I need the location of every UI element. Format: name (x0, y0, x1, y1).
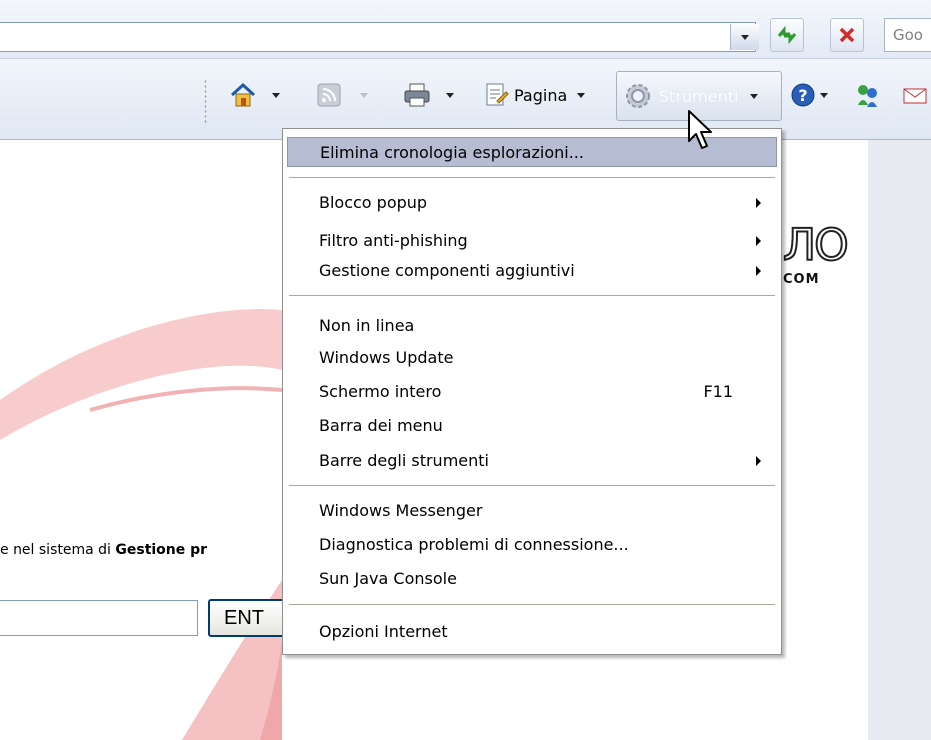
help-button[interactable]: ? (790, 77, 828, 113)
page-icon (486, 83, 509, 106)
submenu-arrow-icon (756, 456, 761, 466)
logo-text: ЛО (782, 220, 850, 271)
menu-item-label: Blocco popup (319, 193, 428, 212)
chevron-down-icon (741, 34, 749, 40)
stop-button[interactable] (830, 18, 864, 52)
chevron-down-icon[interactable] (360, 92, 368, 98)
chevron-down-icon (820, 92, 828, 98)
rss-feed-icon (317, 83, 341, 107)
login-input[interactable] (0, 600, 198, 636)
menu-item-manage-add-ons[interactable]: Gestione componenti aggiuntivi (287, 256, 777, 286)
submenu-arrow-icon (756, 236, 761, 246)
menu-item-work-offline[interactable]: Non in linea (287, 311, 777, 341)
menu-item-label: Gestione componenti aggiuntivi (319, 261, 575, 280)
menu-item-label: Sun Java Console (319, 569, 457, 588)
tools-menu-label: Strumenti (659, 86, 739, 106)
chevron-down-icon[interactable] (272, 92, 280, 98)
feeds-button[interactable] (316, 77, 368, 113)
menu-item-windows-update[interactable]: Windows Update (287, 343, 777, 373)
menu-separator (289, 177, 775, 178)
gear-icon (626, 84, 650, 108)
menu-item-diagnose-connection[interactable]: Diagnostica problemi di connessione... (287, 530, 777, 560)
tools-dropdown-menu: Elimina cronologia esplorazioni... Blocc… (282, 128, 782, 655)
menu-separator (289, 604, 775, 605)
menu-separator (289, 485, 775, 486)
chevron-down-icon[interactable] (446, 92, 454, 98)
menu-item-label: Non in linea (319, 316, 415, 335)
menu-item-label: Windows Update (319, 348, 454, 367)
toolbar-grip[interactable] (204, 79, 207, 123)
page-side-margin (868, 140, 931, 740)
site-logo: ЛО COM (782, 220, 850, 288)
page-menu-button[interactable]: Pagina (482, 77, 586, 113)
mail-button[interactable] (902, 77, 928, 113)
intro-text-bold: Gestione pr (115, 542, 208, 558)
menu-item-windows-messenger[interactable]: Windows Messenger (287, 496, 777, 526)
address-bar-row: Goo (0, 0, 931, 59)
menu-item-label: Elimina cronologia esplorazioni... (320, 143, 584, 162)
home-icon (230, 82, 256, 107)
menu-item-label: Opzioni Internet (319, 622, 448, 641)
chevron-down-icon (750, 93, 759, 99)
menu-item-label: Filtro anti-phishing (319, 231, 468, 250)
refresh-icon (777, 26, 797, 44)
address-field[interactable] (0, 22, 756, 52)
menu-item-toolbars[interactable]: Barre degli strumenti (287, 446, 777, 476)
submenu-arrow-icon (756, 198, 761, 208)
printer-icon (404, 83, 430, 107)
print-button[interactable] (402, 77, 454, 113)
menu-item-sun-java-console[interactable]: Sun Java Console (287, 564, 777, 594)
menu-separator (289, 295, 775, 296)
menu-item-label: Diagnostica problemi di connessione... (319, 535, 629, 554)
home-button[interactable] (228, 77, 280, 113)
menu-item-label: Schermo intero (319, 382, 442, 401)
menu-item-internet-options[interactable]: Opzioni Internet (287, 617, 777, 647)
menu-item-label: Windows Messenger (319, 501, 483, 520)
address-history-dropdown[interactable] (730, 24, 759, 50)
chevron-down-icon (577, 92, 586, 98)
search-input[interactable]: Goo (884, 18, 931, 52)
mouse-cursor-icon (688, 110, 712, 149)
logo-com-text: COM (783, 272, 820, 287)
mail-icon (903, 88, 927, 104)
svg-text:?: ? (798, 86, 807, 105)
intro-text-prefix: e nel sistema di (0, 542, 116, 558)
close-icon (839, 27, 855, 43)
menu-item-popup-blocker[interactable]: Blocco popup (287, 188, 777, 218)
messenger-icon (858, 85, 877, 107)
refresh-button[interactable] (770, 18, 804, 52)
research-button[interactable] (854, 77, 882, 113)
menu-item-phishing-filter[interactable]: Filtro anti-phishing (287, 226, 777, 256)
menu-item-menu-bar[interactable]: Barra dei menu (287, 411, 777, 441)
menu-item-label: Barre degli strumenti (319, 451, 489, 470)
submenu-arrow-icon (756, 266, 761, 276)
menu-item-label: Barra dei menu (319, 416, 443, 435)
menu-item-full-screen[interactable]: Schermo intero F11 (287, 377, 777, 407)
help-icon: ? (791, 83, 815, 107)
menu-item-shortcut: F11 (703, 382, 733, 401)
intro-text: e nel sistema di Gestione pr (0, 542, 207, 558)
page-menu-label: Pagina (514, 85, 568, 105)
